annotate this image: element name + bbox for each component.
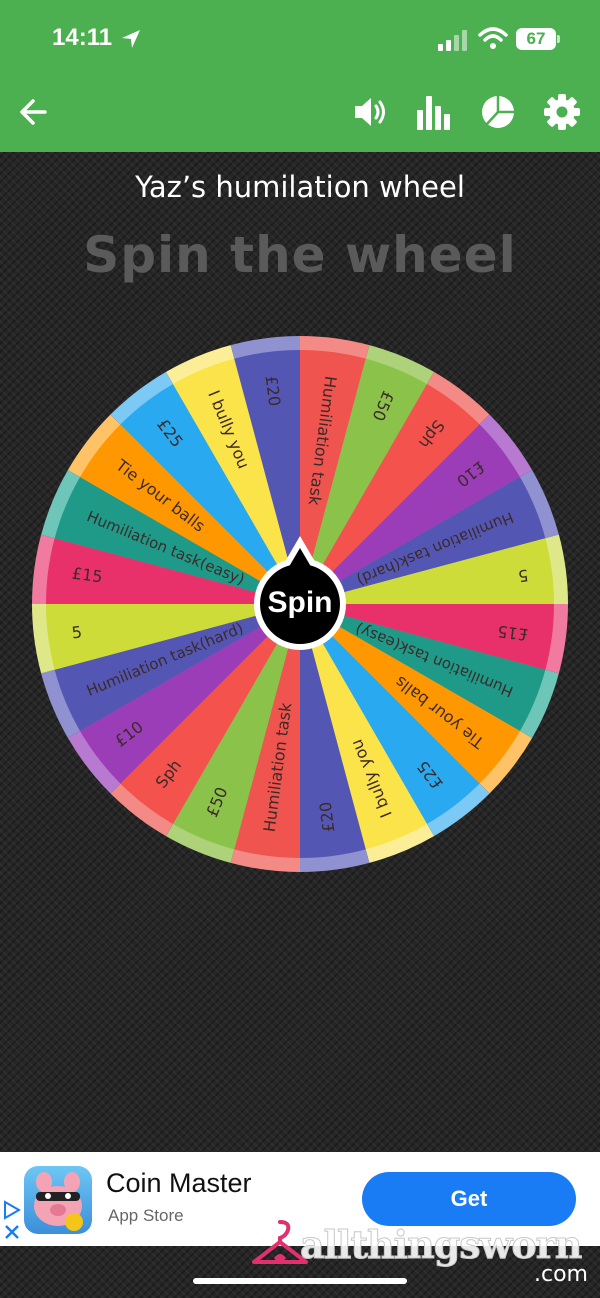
battery-indicator: 67 [516, 28, 556, 50]
signal-icon [438, 30, 467, 51]
coin-master-app-icon[interactable] [24, 1166, 92, 1234]
wheel-title: Yaz’s humilation wheel [135, 170, 465, 204]
volume-icon[interactable] [352, 94, 388, 130]
ad-app-name[interactable]: Coin Master [106, 1168, 252, 1199]
wheel-segment-label: £15 [71, 564, 104, 587]
home-indicator[interactable] [193, 1278, 407, 1284]
adchoices-icon[interactable] [2, 1200, 24, 1242]
spin-button[interactable]: Spin [255, 563, 345, 643]
watermark: allthingsworn .com [250, 1212, 600, 1298]
spin-heading: Spin the wheel [83, 226, 517, 284]
back-arrow-icon[interactable] [18, 94, 48, 130]
settings-gear-icon[interactable] [544, 94, 580, 130]
wheel-segment-label: £20 [316, 801, 339, 834]
watermark-text: allthingsworn [299, 1222, 582, 1268]
battery-tip [557, 35, 560, 43]
pie-chart-icon[interactable] [480, 94, 516, 130]
ad-store-name: App Store [108, 1206, 184, 1225]
bar-chart-icon[interactable] [416, 94, 452, 130]
watermark-suffix: .com [534, 1262, 588, 1287]
wheel-segment-label: £15 [496, 622, 529, 645]
status-time: 14:11 [52, 24, 113, 51]
location-arrow-icon [122, 30, 140, 48]
wheel-segment-label: £20 [262, 375, 285, 408]
wifi-icon [478, 27, 508, 49]
app-bar: 14:11 67 [0, 0, 600, 152]
